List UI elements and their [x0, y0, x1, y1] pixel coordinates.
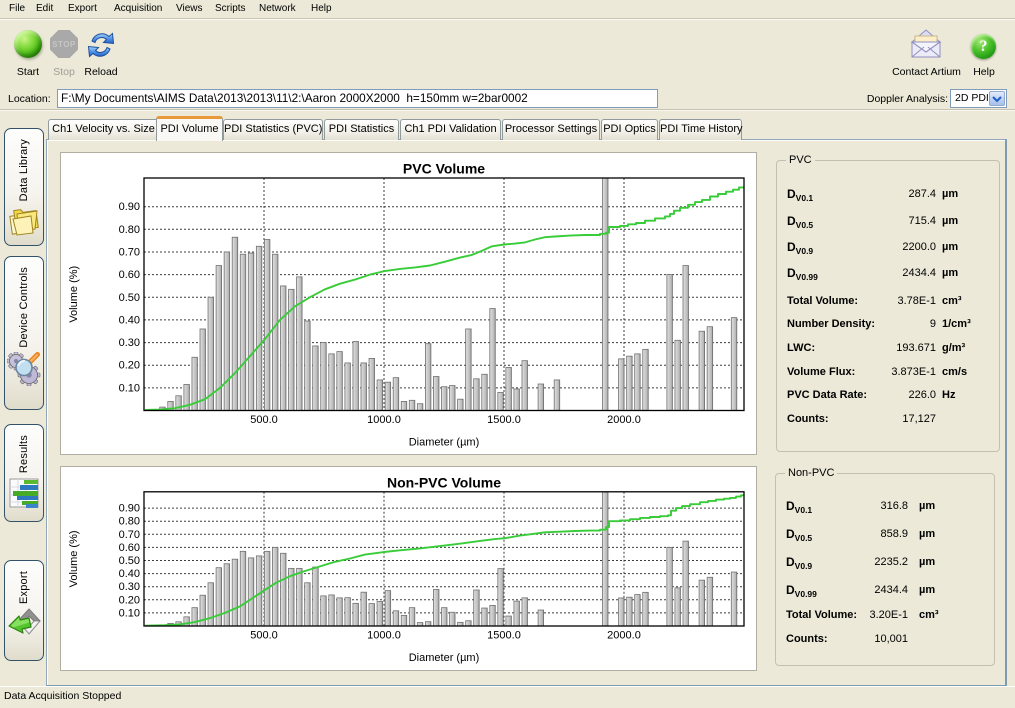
svg-text:0.20: 0.20 — [119, 360, 140, 372]
svg-text:0.80: 0.80 — [119, 516, 140, 528]
svg-text:1000.0: 1000.0 — [367, 630, 401, 642]
svg-text:1500.0: 1500.0 — [487, 630, 521, 642]
svg-text:0.10: 0.10 — [119, 382, 140, 394]
svg-text:0.70: 0.70 — [119, 247, 140, 259]
svg-text:0.80: 0.80 — [119, 224, 140, 236]
svg-text:Diameter (µm): Diameter (µm) — [409, 652, 480, 664]
svg-text:1500.0: 1500.0 — [487, 414, 521, 426]
svg-text:Non-PVC Volume: Non-PVC Volume — [387, 474, 501, 490]
svg-text:2000.0: 2000.0 — [607, 630, 641, 642]
svg-text:0.90: 0.90 — [119, 201, 140, 213]
svg-text:0.40: 0.40 — [119, 314, 140, 326]
svg-text:Volume (%): Volume (%) — [68, 266, 80, 323]
svg-text:0.10: 0.10 — [119, 607, 140, 619]
svg-text:0.90: 0.90 — [119, 503, 140, 515]
svg-text:0.40: 0.40 — [119, 568, 140, 580]
svg-text:0.60: 0.60 — [119, 542, 140, 554]
svg-text:500.0: 500.0 — [250, 414, 278, 426]
svg-text:Diameter (µm): Diameter (µm) — [409, 437, 480, 449]
svg-text:PVC Volume: PVC Volume — [403, 161, 485, 177]
svg-text:500.0: 500.0 — [250, 630, 278, 642]
svg-text:0.50: 0.50 — [119, 555, 140, 567]
svg-text:0.60: 0.60 — [119, 269, 140, 281]
svg-text:0.30: 0.30 — [119, 337, 140, 349]
svg-text:0.20: 0.20 — [119, 594, 140, 606]
svg-text:2000.0: 2000.0 — [607, 414, 641, 426]
svg-text:1000.0: 1000.0 — [367, 414, 401, 426]
svg-text:Volume (%): Volume (%) — [68, 530, 80, 587]
svg-text:0.70: 0.70 — [119, 529, 140, 541]
svg-text:0.50: 0.50 — [119, 292, 140, 304]
svg-text:0.30: 0.30 — [119, 581, 140, 593]
